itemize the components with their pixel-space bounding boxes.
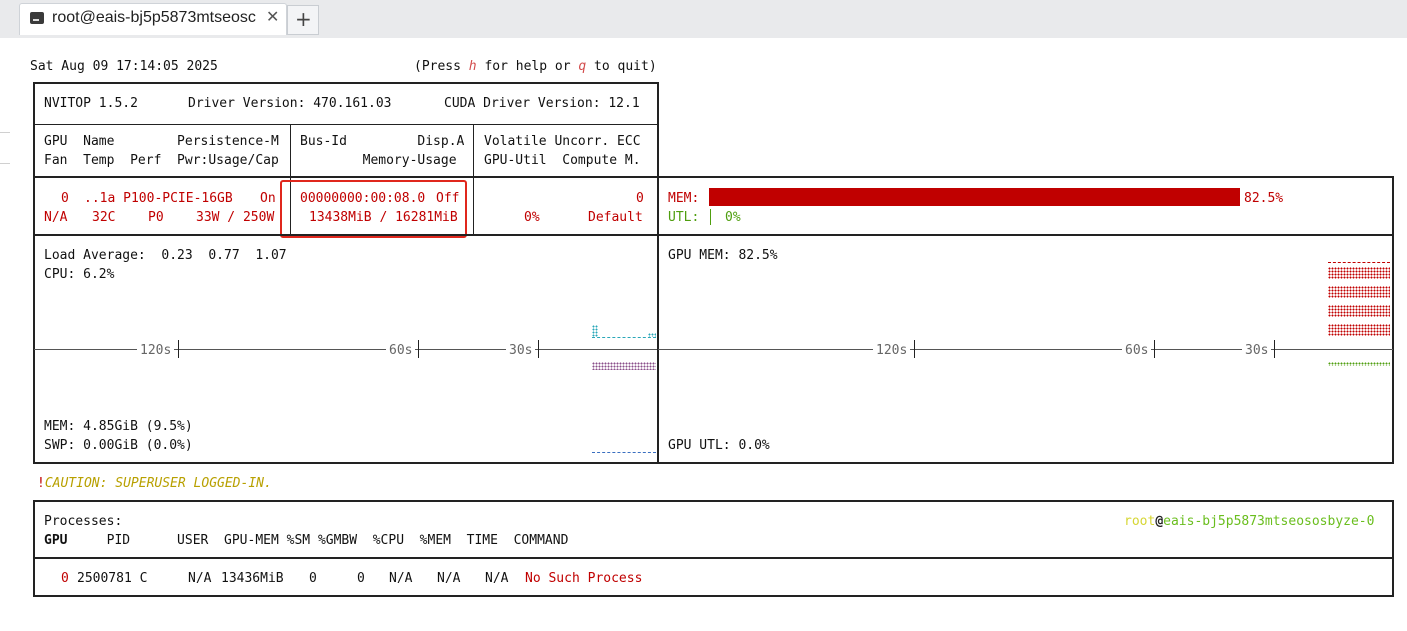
close-icon[interactable]: ✕ — [266, 7, 279, 26]
quit-key: q — [578, 59, 587, 74]
utl-percent: 0% — [725, 210, 741, 225]
tab-bar: root@eais-bj5p5873mtseosc ✕ + — [0, 0, 1407, 38]
header-util-line1: Volatile Uncorr. ECC — [484, 134, 641, 149]
divider — [34, 124, 658, 125]
header-util-line2: GPU-Util Compute M. — [484, 153, 641, 168]
gpu-power: 33W / 250W — [196, 210, 275, 225]
process-gpu-mem: 13436MiB — [221, 571, 284, 586]
host-mem-spark — [592, 362, 656, 370]
mem-bar — [709, 188, 1240, 206]
swp-baseline — [592, 452, 656, 453]
caution-text: CAUTION: SUPERUSER LOGGED-IN. — [44, 476, 272, 491]
user-host-host: eais-bj5p5873mtseososbyze-0 — [1163, 514, 1375, 529]
divider — [473, 125, 474, 235]
gpu-utl-spark — [1328, 362, 1390, 366]
header-gpu-line1: GPU Name Persistence-M — [44, 134, 279, 149]
load-average: Load Average: 0.23 0.77 1.07 — [44, 248, 287, 263]
process-gpu: 0 — [61, 571, 69, 586]
gpu-mem-spark — [1328, 286, 1390, 298]
gpu-tick-mark — [1274, 340, 1275, 358]
tab-title: root@eais-bj5p5873mtseosc — [52, 9, 256, 26]
gpu-util: 0% — [524, 210, 540, 225]
gpu-name: ..1a P100-PCIE-16GB — [84, 191, 233, 206]
host-tick-mark — [538, 340, 539, 358]
cuda-version: CUDA Driver Version: 12.1 — [444, 96, 640, 111]
process-mem: N/A — [437, 571, 461, 586]
help-prefix: (Press — [414, 59, 469, 74]
memory-highlight-box — [280, 180, 467, 238]
process-header-gpu: GPU — [44, 533, 68, 548]
left-gutter-marker — [0, 132, 10, 164]
gpu-tick-60s: 60s — [1122, 341, 1152, 360]
divider — [34, 557, 1393, 559]
host-tick-mark — [418, 340, 419, 358]
user-host-at: @ — [1155, 514, 1164, 529]
nvitop-version: NVITOP 1.5.2 — [44, 96, 138, 111]
processes-title: Processes: — [44, 514, 123, 529]
process-cpu: N/A — [389, 571, 413, 586]
gpu-time-axis — [658, 349, 1393, 350]
user-host: root@eais-bj5p5873mtseososbyze-0 — [1124, 512, 1374, 531]
process-header: GPU PID USER GPU-MEM %SM %GMBW %CPU %MEM… — [44, 531, 568, 550]
utl-bar — [710, 209, 711, 225]
divider — [34, 176, 658, 178]
gpu-tick-mark — [1154, 340, 1155, 358]
driver-version: Driver Version: 470.161.03 — [188, 96, 392, 111]
gpu-index: 0 — [61, 191, 69, 206]
process-command: No Such Process — [525, 571, 643, 586]
header-bus-line1: Bus-Id Disp.A — [300, 134, 465, 149]
gpu-mem-spark — [1328, 305, 1390, 317]
gpu-ecc: 0 — [636, 191, 644, 206]
terminal-icon — [30, 12, 44, 24]
header-gpu-line2: Fan Temp Perf Pwr:Usage/Cap — [44, 153, 279, 168]
caution-bang: ! — [37, 476, 45, 491]
gpu-fan: N/A — [44, 210, 68, 225]
gpu-mem-spark — [1328, 324, 1390, 336]
utl-label: UTL: — [668, 210, 700, 225]
gpu-bar-frame — [657, 176, 1394, 236]
help-key: h — [468, 59, 477, 74]
process-sm: 0 — [309, 571, 317, 586]
help-suffix: to quit) — [586, 59, 657, 74]
cpu-baseline — [592, 337, 656, 338]
mem-percent: 82.5% — [1244, 191, 1284, 206]
host-tick-120s: 120s — [137, 341, 175, 360]
cpu-spark — [592, 325, 598, 337]
new-tab-button[interactable]: + — [287, 5, 319, 35]
cpu-spark-right — [648, 333, 656, 337]
host-tick-60s: 60s — [386, 341, 416, 360]
gpu-utl-graph-label: GPU UTL: 0.0% — [668, 438, 770, 453]
gpu-persistence: On — [260, 191, 276, 206]
gpu-mem-graph-label: GPU MEM: 82.5% — [668, 248, 778, 263]
caution-message: !CAUTION: SUPERUSER LOGGED-IN. — [37, 474, 272, 493]
mem-label: MEM: — [668, 191, 700, 206]
user-host-user: root — [1124, 514, 1156, 529]
help-mid: for help or — [476, 59, 579, 74]
gpu-tick-120s: 120s — [873, 341, 911, 360]
process-user: N/A — [188, 571, 212, 586]
host-time-axis — [34, 349, 658, 350]
gpu-mem-topline — [1328, 262, 1390, 263]
host-tick-mark — [178, 340, 179, 358]
gpu-compute-mode: Default — [588, 210, 643, 225]
process-header-rest: PID USER GPU-MEM %SM %GMBW %CPU %MEM TIM… — [67, 533, 569, 548]
help-hint: (Press h for help or q to quit) — [414, 57, 657, 76]
plus-icon: + — [295, 7, 312, 31]
header-bus-line2: Memory-Usage — [300, 153, 457, 168]
process-pid: 2500781 C — [77, 571, 148, 586]
terminal-tab[interactable]: root@eais-bj5p5873mtseosc ✕ — [19, 3, 287, 35]
process-time: N/A — [485, 571, 509, 586]
cpu-usage: CPU: 6.2% — [44, 267, 115, 282]
gpu-mem-spark — [1328, 267, 1390, 279]
host-mem: MEM: 4.85GiB (9.5%) — [44, 419, 193, 434]
gpu-tick-30s: 30s — [1242, 341, 1272, 360]
gpu-perf: P0 — [148, 210, 164, 225]
gpu-temp: 32C — [92, 210, 116, 225]
datetime: Sat Aug 09 17:14:05 2025 — [30, 59, 218, 74]
host-tick-30s: 30s — [506, 341, 536, 360]
process-gmbw: 0 — [357, 571, 365, 586]
host-swp: SWP: 0.00GiB (0.0%) — [44, 438, 193, 453]
gpu-tick-mark — [914, 340, 915, 358]
